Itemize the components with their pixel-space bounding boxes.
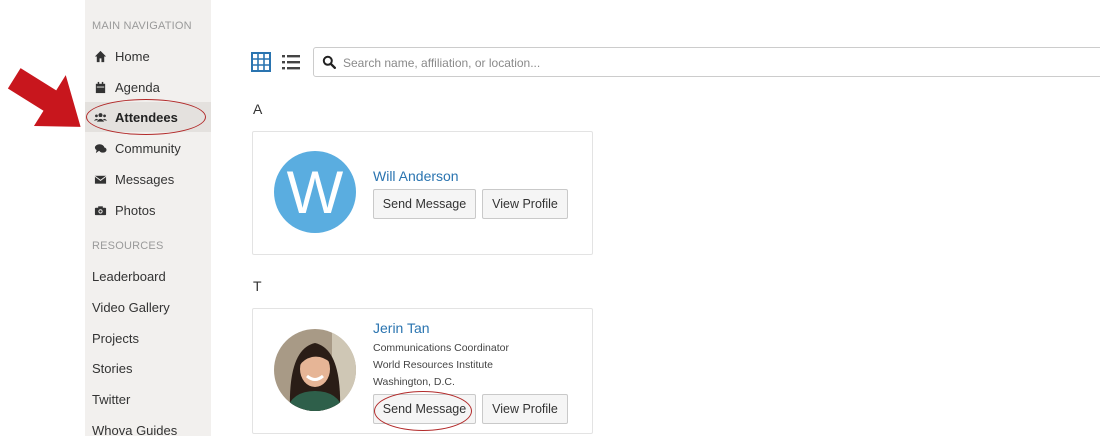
sidebar-item-label: Photos (115, 202, 156, 218)
send-message-button[interactable]: Send Message (373, 189, 476, 219)
sidebar-item-home[interactable]: Home (85, 41, 211, 71)
main-navigation-heading: MAIN NAVIGATION (92, 20, 192, 32)
sidebar-item-label: Agenda (115, 79, 160, 95)
sidebar-item-photos[interactable]: Photos (85, 195, 211, 225)
sidebar: MAIN NAVIGATION Home Agenda Attendees Co… (85, 0, 211, 438)
search-box (313, 47, 1100, 77)
attendee-card: W Will Anderson Send Message View Profil… (252, 131, 593, 255)
attendee-name[interactable]: Jerin Tan (373, 320, 430, 336)
group-letter-t: T (253, 278, 262, 294)
camera-icon (93, 203, 107, 217)
sidebar-item-community[interactable]: Community (85, 133, 211, 163)
profile-photo-icon (274, 329, 356, 411)
sidebar-item-projects[interactable]: Projects (92, 331, 139, 346)
search-icon (322, 55, 336, 69)
attendee-name[interactable]: Will Anderson (373, 168, 459, 184)
grid-view-icon[interactable] (251, 52, 271, 72)
sidebar-item-label: Home (115, 48, 150, 64)
attendee-affiliation: World Resources Institute (373, 359, 494, 371)
view-profile-button[interactable]: View Profile (482, 189, 568, 219)
sidebar-item-twitter[interactable]: Twitter (92, 392, 130, 407)
envelope-icon (93, 172, 107, 186)
home-icon (93, 49, 107, 63)
comments-icon (93, 141, 107, 155)
sidebar-item-video-gallery[interactable]: Video Gallery (92, 300, 170, 315)
annotation-circle-attendees (86, 99, 206, 135)
annotation-circle-send-message (374, 391, 472, 431)
sidebar-item-stories[interactable]: Stories (92, 361, 132, 376)
annotation-arrow-icon (7, 68, 81, 127)
attendee-location: Washington, D.C. (373, 376, 455, 388)
avatar[interactable] (274, 329, 356, 411)
sidebar-item-label: Messages (115, 171, 175, 187)
group-letter-a: A (253, 101, 263, 117)
sidebar-item-agenda[interactable]: Agenda (85, 72, 211, 102)
sidebar-item-leaderboard[interactable]: Leaderboard (92, 269, 166, 284)
list-view-icon[interactable] (281, 52, 301, 72)
view-profile-button[interactable]: View Profile (482, 394, 568, 424)
attendee-title: Communications Coordinator (373, 342, 509, 354)
avatar-letter: W (286, 158, 344, 226)
search-input[interactable] (341, 52, 1045, 74)
resources-heading: RESOURCES (92, 240, 164, 252)
sidebar-item-messages[interactable]: Messages (85, 164, 211, 194)
avatar[interactable]: W (274, 151, 356, 233)
calendar-icon (93, 80, 107, 94)
sidebar-item-label: Community (115, 140, 181, 156)
